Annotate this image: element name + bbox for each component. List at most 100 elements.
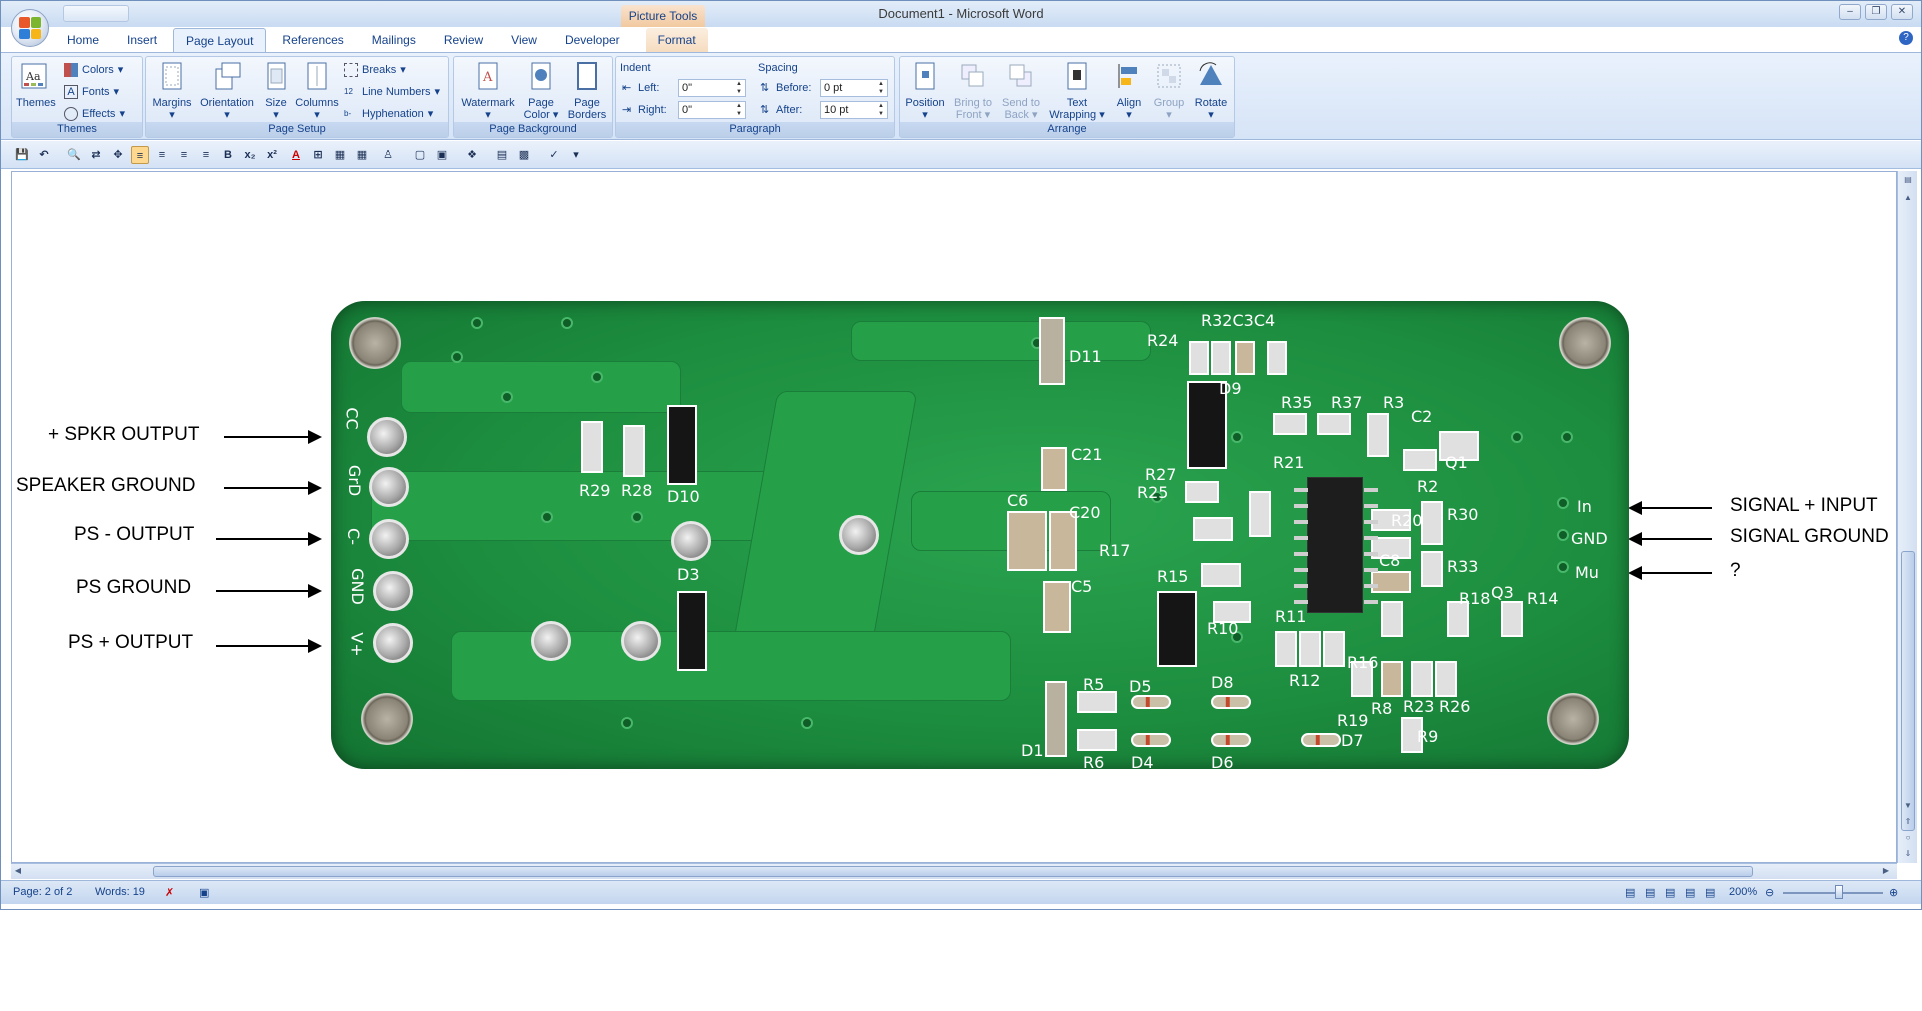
print-preview-icon[interactable]: 🔍 xyxy=(65,146,83,164)
table-icon[interactable]: ▦ xyxy=(331,146,349,164)
fill-color-icon[interactable]: ♙ xyxy=(379,146,397,164)
view-grid-icon[interactable]: ▤ xyxy=(493,146,511,164)
indent-right-spinner[interactable]: 0" ▲ ▼ xyxy=(678,101,746,119)
tab-view[interactable]: View xyxy=(499,28,549,52)
frame-icon[interactable]: ▢ xyxy=(411,146,429,164)
macro-record-icon[interactable]: ▣ xyxy=(199,886,209,899)
select-browse-object-icon[interactable]: ○ xyxy=(1903,833,1913,843)
previous-page-icon[interactable]: ⇑ xyxy=(1903,817,1913,827)
superscript-button[interactable]: x² xyxy=(263,146,281,164)
next-page-icon[interactable]: ⇓ xyxy=(1903,849,1913,859)
spinner-arrows-icon[interactable]: ▲ ▼ xyxy=(876,102,886,118)
compress-icon[interactable]: ▩ xyxy=(515,146,533,164)
size-button[interactable]: Size ▾ xyxy=(260,61,292,121)
theme-colors-button[interactable]: Colors ▾ xyxy=(64,61,123,79)
rotate-button[interactable]: Rotate ▾ xyxy=(1190,61,1232,121)
spacing-before-spinner[interactable]: 0 pt ▲ ▼ xyxy=(820,79,888,97)
page-setup-group-label: Page Setup xyxy=(146,122,448,137)
scroll-up-icon[interactable]: ▲ xyxy=(1903,193,1913,203)
tab-mailings[interactable]: Mailings xyxy=(360,28,428,52)
subscript-button[interactable]: x₂ xyxy=(241,146,259,164)
justify-icon[interactable]: ≡ xyxy=(197,146,215,164)
spacing-after-icon: ⇅ xyxy=(760,104,770,116)
spinner-arrows-icon[interactable]: ▲ ▼ xyxy=(876,80,886,96)
breaks-button[interactable]: Breaks ▾ xyxy=(344,61,406,79)
draft-view-icon[interactable]: ▤ xyxy=(1705,886,1715,899)
silk-label: D10 xyxy=(667,487,700,506)
text-wrapping-button[interactable]: Text Wrapping ▾ xyxy=(1046,61,1108,121)
zoom-slider-thumb[interactable] xyxy=(1835,885,1843,899)
tab-format[interactable]: Format xyxy=(645,28,708,52)
theme-effects-button[interactable]: Effects ▾ xyxy=(64,105,125,123)
horizontal-scroll-thumb[interactable] xyxy=(153,866,1753,877)
page-count[interactable]: Page: 2 of 2 xyxy=(13,886,72,898)
find-replace-icon[interactable]: ⇄ xyxy=(87,146,105,164)
zoom-level[interactable]: 200% xyxy=(1729,886,1757,898)
group-button[interactable]: Group ▾ xyxy=(1150,61,1188,121)
tab-home[interactable]: Home xyxy=(55,28,111,52)
word-count[interactable]: Words: 19 xyxy=(95,886,145,898)
line-numbers-button[interactable]: 12 Line Numbers ▾ xyxy=(344,83,440,101)
pcb-photo[interactable]: R32C3C4 R24 D11 D9 R35 R37 R3 C2 Q1 C21 … xyxy=(331,301,1629,769)
help-icon[interactable]: ? xyxy=(1899,31,1913,45)
margins-button[interactable]: Margins ▾ xyxy=(150,61,194,121)
restore-button[interactable]: ❐ xyxy=(1865,4,1887,20)
customize-toolbar-icon[interactable]: ▾ xyxy=(567,146,585,164)
spinner-arrows-icon[interactable]: ▲ ▼ xyxy=(734,102,744,118)
picture-icon[interactable]: ▣ xyxy=(433,146,451,164)
font-color-button[interactable]: A xyxy=(287,146,305,164)
spelling-icon[interactable]: ✓ xyxy=(545,146,563,164)
zoom-out-icon[interactable]: ⊖ xyxy=(1765,886,1774,899)
scroll-left-icon[interactable]: ◀ xyxy=(13,866,23,876)
insert-table-icon[interactable]: ▦ xyxy=(353,146,371,164)
tab-references[interactable]: References xyxy=(270,28,355,52)
scroll-down-icon[interactable]: ▼ xyxy=(1903,801,1913,811)
vertical-scrollbar[interactable]: ▤ ▲ ▼ ⇑ ○ ⇓ xyxy=(1897,171,1917,863)
tab-developer[interactable]: Developer xyxy=(553,28,632,52)
bring-to-front-button[interactable]: Bring to Front ▾ xyxy=(950,61,996,121)
page-borders-button[interactable]: Page Borders xyxy=(564,61,610,121)
columns-button[interactable]: Columns ▾ xyxy=(294,61,340,121)
full-screen-reading-icon[interactable]: ▤ xyxy=(1645,886,1655,899)
office-button[interactable] xyxy=(11,9,49,47)
watermark-button[interactable]: A Watermark ▾ xyxy=(458,61,518,121)
capacitor-c6 xyxy=(1007,511,1047,571)
move-object-icon[interactable]: ✥ xyxy=(109,146,127,164)
position-button[interactable]: Position ▾ xyxy=(902,61,948,121)
print-layout-view-icon[interactable]: ▤ xyxy=(1625,886,1635,899)
page-color-button[interactable]: Page Color ▾ xyxy=(520,61,562,121)
horizontal-scrollbar[interactable]: ◀ ▶ xyxy=(11,863,1897,879)
outline-view-icon[interactable]: ▤ xyxy=(1685,886,1695,899)
vertical-scroll-thumb[interactable] xyxy=(1901,551,1915,831)
spacing-after-spinner[interactable]: 10 pt ▲ ▼ xyxy=(820,101,888,119)
bold-button[interactable]: B xyxy=(219,146,237,164)
hyphenation-button[interactable]: b- Hyphenation ▾ xyxy=(344,105,433,123)
align-left-icon[interactable]: ≡ xyxy=(131,146,149,164)
picture-crop-icon[interactable]: ⊞ xyxy=(309,146,327,164)
indent-left-spinner[interactable]: 0" ▲ ▼ xyxy=(678,79,746,97)
zoom-slider[interactable] xyxy=(1783,892,1883,894)
align-center-icon[interactable]: ≡ xyxy=(153,146,171,164)
align-button[interactable]: Align ▾ xyxy=(1110,61,1148,121)
close-button[interactable]: ✕ xyxy=(1891,4,1913,20)
wrap-icon[interactable]: ❖ xyxy=(463,146,481,164)
themes-button[interactable]: Aa Themes xyxy=(16,61,56,109)
spinner-arrows-icon[interactable]: ▲ ▼ xyxy=(734,80,744,96)
undo-icon[interactable]: ↶ xyxy=(35,146,53,164)
proofing-errors-icon[interactable]: ✗ xyxy=(165,886,174,899)
align-right-icon[interactable]: ≡ xyxy=(175,146,193,164)
tab-page-layout[interactable]: Page Layout xyxy=(173,28,267,52)
tab-insert[interactable]: Insert xyxy=(115,28,169,52)
web-layout-icon[interactable]: ▤ xyxy=(1665,886,1675,899)
save-icon[interactable]: 💾 xyxy=(13,146,31,164)
minimize-button[interactable]: – xyxy=(1839,4,1861,20)
orientation-button[interactable]: Orientation ▾ xyxy=(196,61,258,121)
theme-fonts-button[interactable]: A Fonts ▾ xyxy=(64,83,119,101)
tab-review[interactable]: Review xyxy=(432,28,495,52)
send-to-back-button[interactable]: Send to Back ▾ xyxy=(998,61,1044,121)
scroll-right-icon[interactable]: ▶ xyxy=(1881,866,1891,876)
zoom-in-icon[interactable]: ⊕ xyxy=(1889,886,1898,899)
silk-label: R3 xyxy=(1383,393,1405,412)
ruler-toggle-icon[interactable]: ▤ xyxy=(1903,175,1913,185)
capacitor-c4b xyxy=(1267,341,1287,375)
